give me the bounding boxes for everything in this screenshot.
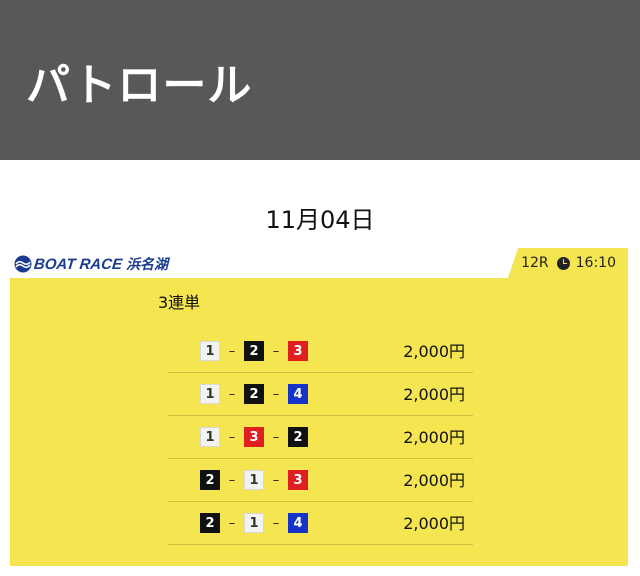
boatrace-logo: BOAT RACE 浜名湖 (14, 254, 168, 274)
bet-combination: 1–2–4 (200, 384, 308, 404)
bet-combination: 1–3–2 (200, 427, 308, 447)
page-header: パトロール (0, 0, 640, 160)
combo-separator: – (228, 515, 236, 531)
bet-amount: 2,000円 (403, 342, 465, 361)
bet-amount: 2,000円 (403, 471, 465, 490)
date-label: 11月04日 (265, 206, 375, 234)
bet-list: 1–2–3 2,000円 1–2–4 2,000円 1–3–2 2,000円 2–1–3 2,… (168, 330, 473, 545)
boat-number-3: 3 (244, 427, 264, 447)
bet-amount: 2,000円 (403, 428, 465, 447)
boat-number-1: 1 (200, 341, 220, 361)
boat-number-3: 3 (288, 470, 308, 490)
logo-text: BOAT RACE (33, 255, 123, 273)
combo-separator: – (272, 515, 280, 531)
boat-number-2: 2 (200, 513, 220, 533)
combo-separator: – (272, 429, 280, 445)
bet-amount: 2,000円 (403, 514, 465, 533)
boat-number-4: 4 (288, 384, 308, 404)
boat-number-2: 2 (288, 427, 308, 447)
boat-number-1: 1 (244, 470, 264, 490)
combo-separator: – (272, 343, 280, 359)
race-info: 12R 16:10 (521, 248, 616, 278)
race-time: 16:10 (575, 255, 616, 271)
card-header: BOAT RACE 浜名湖 12R 16:10 (10, 248, 628, 278)
boat-number-3: 3 (288, 341, 308, 361)
clock-icon (556, 256, 570, 270)
combo-separator: – (272, 472, 280, 488)
bet-row: 1–2–3 2,000円 (168, 330, 473, 373)
boat-number-2: 2 (200, 470, 220, 490)
race-number: 12R (521, 255, 549, 271)
bet-combination: 1–2–3 (200, 341, 308, 361)
combo-separator: – (228, 343, 236, 359)
bet-type-label: 3連単 (158, 293, 201, 312)
boat-number-2: 2 (244, 341, 264, 361)
boat-number-1: 1 (200, 384, 220, 404)
bet-combination: 2–1–3 (200, 470, 308, 490)
bet-row: 2–1–3 2,000円 (168, 459, 473, 502)
combo-separator: – (228, 472, 236, 488)
page-title: パトロール (26, 60, 253, 111)
boat-number-2: 2 (244, 384, 264, 404)
bet-row: 1–3–2 2,000円 (168, 416, 473, 459)
combo-separator: – (228, 429, 236, 445)
bet-amount: 2,000円 (403, 385, 465, 404)
bet-combination: 2–1–4 (200, 513, 308, 533)
combo-separator: – (228, 386, 236, 402)
boat-number-1: 1 (244, 513, 264, 533)
boat-number-4: 4 (288, 513, 308, 533)
bet-row: 1–2–4 2,000円 (168, 373, 473, 416)
boat-number-1: 1 (200, 427, 220, 447)
bet-row: 2–1–4 2,000円 (168, 502, 473, 545)
combo-separator: – (272, 386, 280, 402)
wave-logo-icon (14, 255, 32, 273)
venue-name: 浜名湖 (126, 257, 169, 273)
